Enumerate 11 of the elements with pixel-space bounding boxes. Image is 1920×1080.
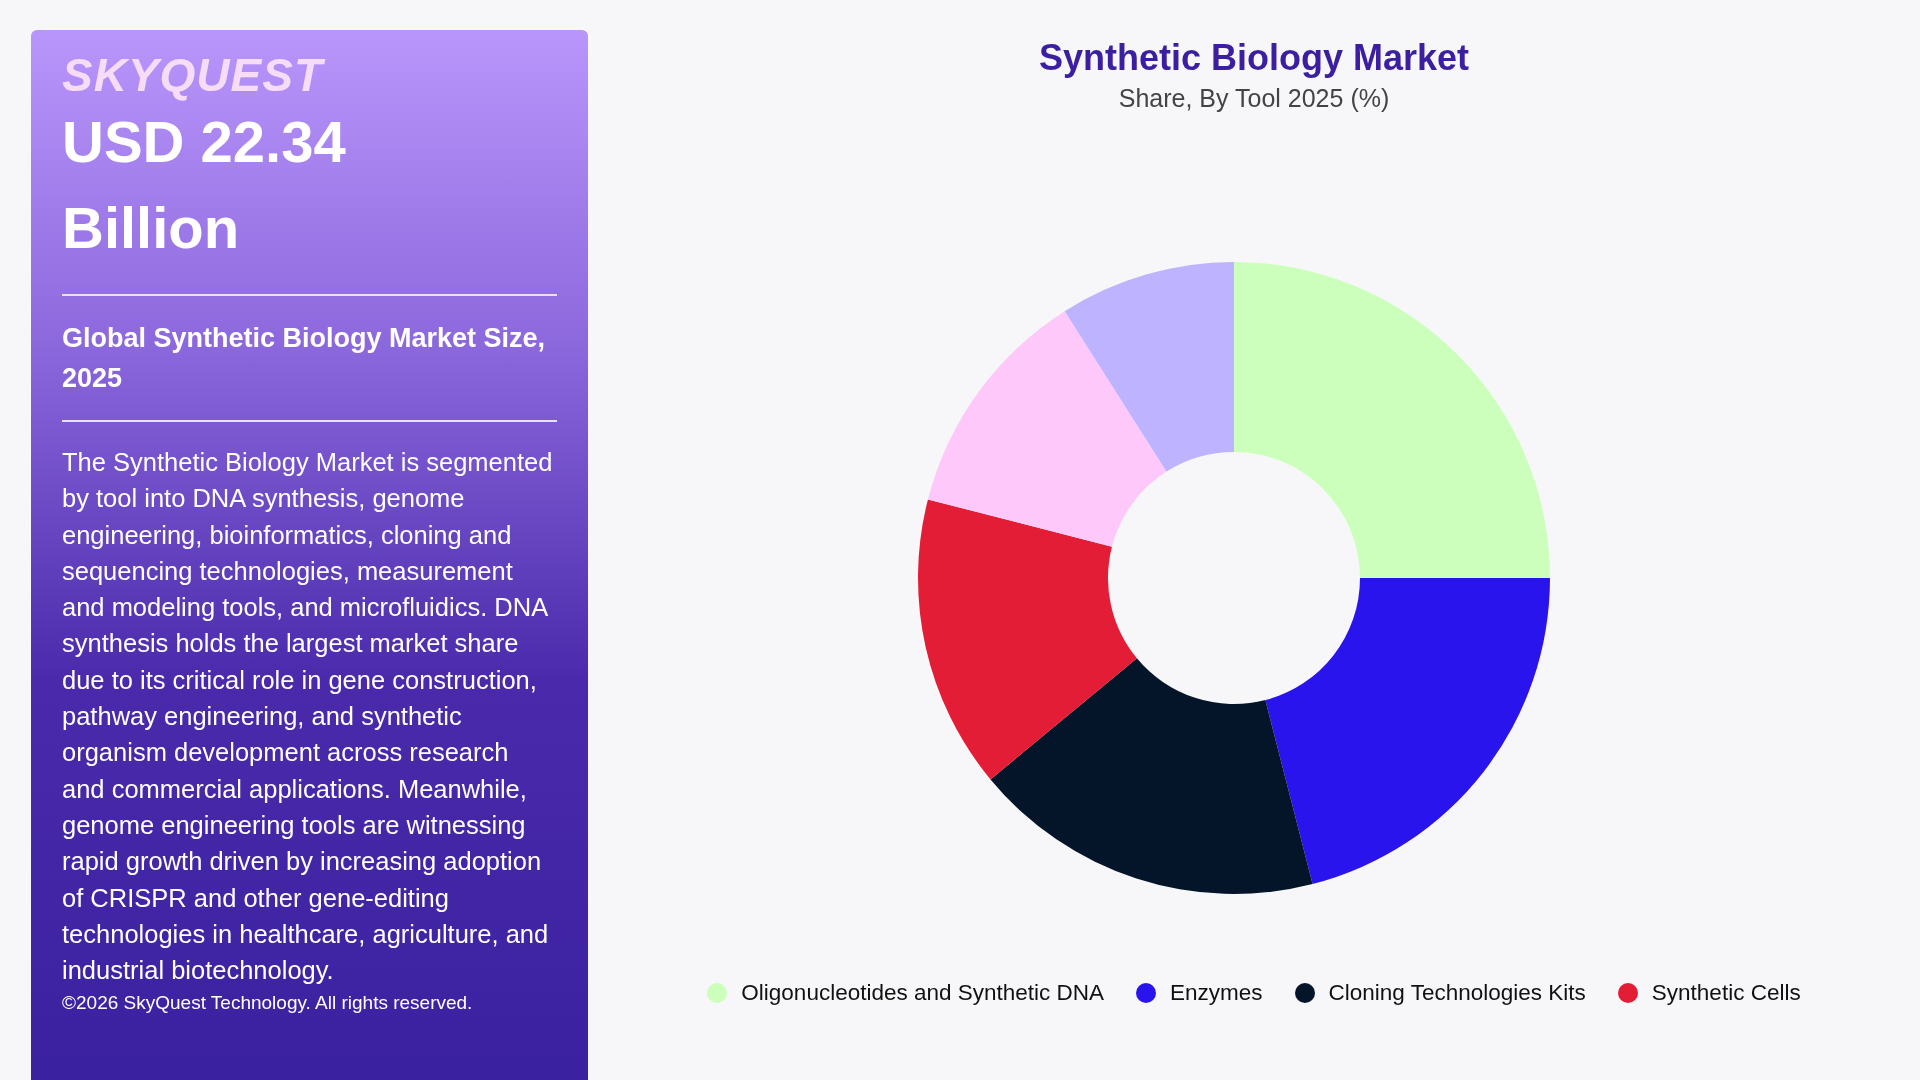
market-value: USD 22.34 — [62, 108, 347, 176]
legend-label: Cloning Technologies Kits — [1328, 980, 1586, 1006]
copyright: ©2026 SkyQuest Technology. All rights reserved. — [62, 992, 474, 1015]
market-value-unit: Billion — [62, 194, 241, 262]
chart-subtitle: Share, By Tool 2025 (%) — [1118, 84, 1390, 113]
description: The Synthetic Biology Market is segmented by tool into DNA synthesis, genome engineering, bioinformatics, cloning and sequencing technologies, measurement and modeling tools, and microfluidics. DNA synthesis holds the largest market share due to its critical role in gene construction, pathway engineering, and synthetic organism development across research and commercial applications. Meanwhile, genome engineering tools are witnessing rapid growth driven by increasing adoption of CRISPR and other gene-editing technologies in healthcare, agriculture, and industrial biotechnology. — [62, 447, 554, 987]
legend-label: Oligonucleotides and Synthetic DNA — [741, 980, 1105, 1006]
chart-title: Synthetic Biology Market — [1038, 36, 1470, 80]
panel-subtitle: Global Synthetic Biology Market Size, 2025 — [62, 322, 547, 395]
legend-label: Synthetic Cells — [1651, 980, 1801, 1006]
legend-label: Enzymes — [1170, 980, 1263, 1006]
